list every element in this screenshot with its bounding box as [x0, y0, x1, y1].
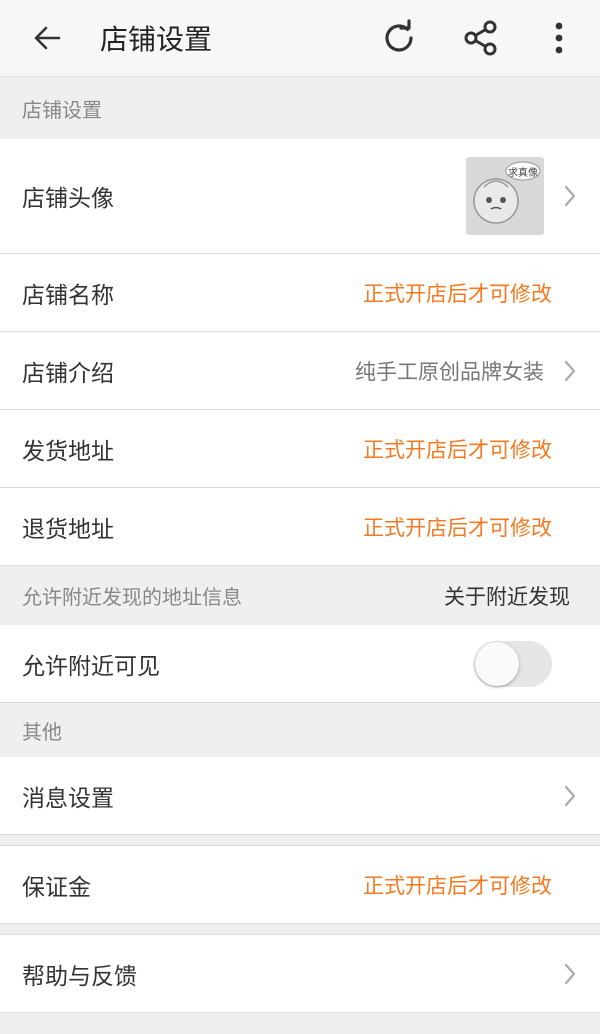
app-bar: 店铺设置 [0, 0, 600, 77]
page-title: 店铺设置 [100, 23, 213, 56]
row-label: 店铺名称 [22, 282, 114, 309]
row-store-avatar[interactable]: 店铺头像 求真像 [0, 139, 600, 253]
row-label: 发货地址 [22, 438, 114, 465]
refresh-icon[interactable] [374, 13, 424, 63]
row-value: 正式开店后才可修改 [363, 437, 552, 462]
spacer [0, 835, 600, 845]
row-label: 帮助与反馈 [22, 963, 137, 990]
row-deposit[interactable]: 保证金 正式开店后才可修改 [0, 846, 600, 923]
divider [0, 1012, 600, 1013]
chevron-right-icon [556, 184, 584, 208]
row-label: 保证金 [22, 874, 91, 901]
row-store-intro[interactable]: 店铺介绍 纯手工原创品牌女装 [0, 332, 600, 409]
row-label: 退货地址 [22, 516, 114, 543]
about-nearby-link[interactable]: 关于附近发现 [444, 581, 570, 611]
section-header-label: 其他 [22, 719, 62, 744]
row-label: 店铺头像 [22, 186, 114, 212]
section-header-nearby: 允许附近发现的地址信息 关于附近发现 [0, 566, 600, 625]
row-label: 允许附近可见 [22, 653, 160, 680]
section-header-label: 店铺设置 [22, 97, 102, 122]
row-value: 纯手工原创品牌女装 [355, 359, 544, 384]
row-value: 正式开店后才可修改 [363, 515, 552, 540]
row-return-address[interactable]: 退货地址 正式开店后才可修改 [0, 488, 600, 565]
share-icon[interactable] [456, 13, 506, 63]
spacer [0, 924, 600, 934]
row-help-feedback[interactable]: 帮助与反馈 [0, 935, 600, 1012]
section-header-other: 其他 [0, 703, 600, 757]
row-message-settings[interactable]: 消息设置 [0, 757, 600, 834]
chevron-right-icon [556, 359, 584, 383]
row-ship-address[interactable]: 发货地址 正式开店后才可修改 [0, 410, 600, 487]
chevron-right-icon [556, 962, 584, 986]
row-value: 正式开店后才可修改 [363, 873, 552, 898]
store-avatar-image: 求真像 [466, 157, 544, 235]
row-nearby-visible[interactable]: 允许附近可见 [0, 625, 600, 702]
section-header-label: 允许附近发现的地址信息 [22, 585, 242, 609]
avatar-badge-text: 求真像 [508, 168, 538, 179]
row-value: 正式开店后才可修改 [363, 281, 552, 306]
row-label: 店铺介绍 [22, 360, 114, 387]
section-header-store: 店铺设置 [0, 77, 600, 139]
chevron-right-icon [556, 784, 584, 808]
back-arrow-icon[interactable] [24, 15, 70, 61]
row-store-name[interactable]: 店铺名称 正式开店后才可修改 [0, 254, 600, 331]
more-vertical-icon[interactable] [534, 13, 584, 63]
nearby-visible-toggle[interactable] [474, 640, 552, 687]
row-label: 消息设置 [22, 785, 114, 812]
toggle-knob [475, 641, 519, 686]
